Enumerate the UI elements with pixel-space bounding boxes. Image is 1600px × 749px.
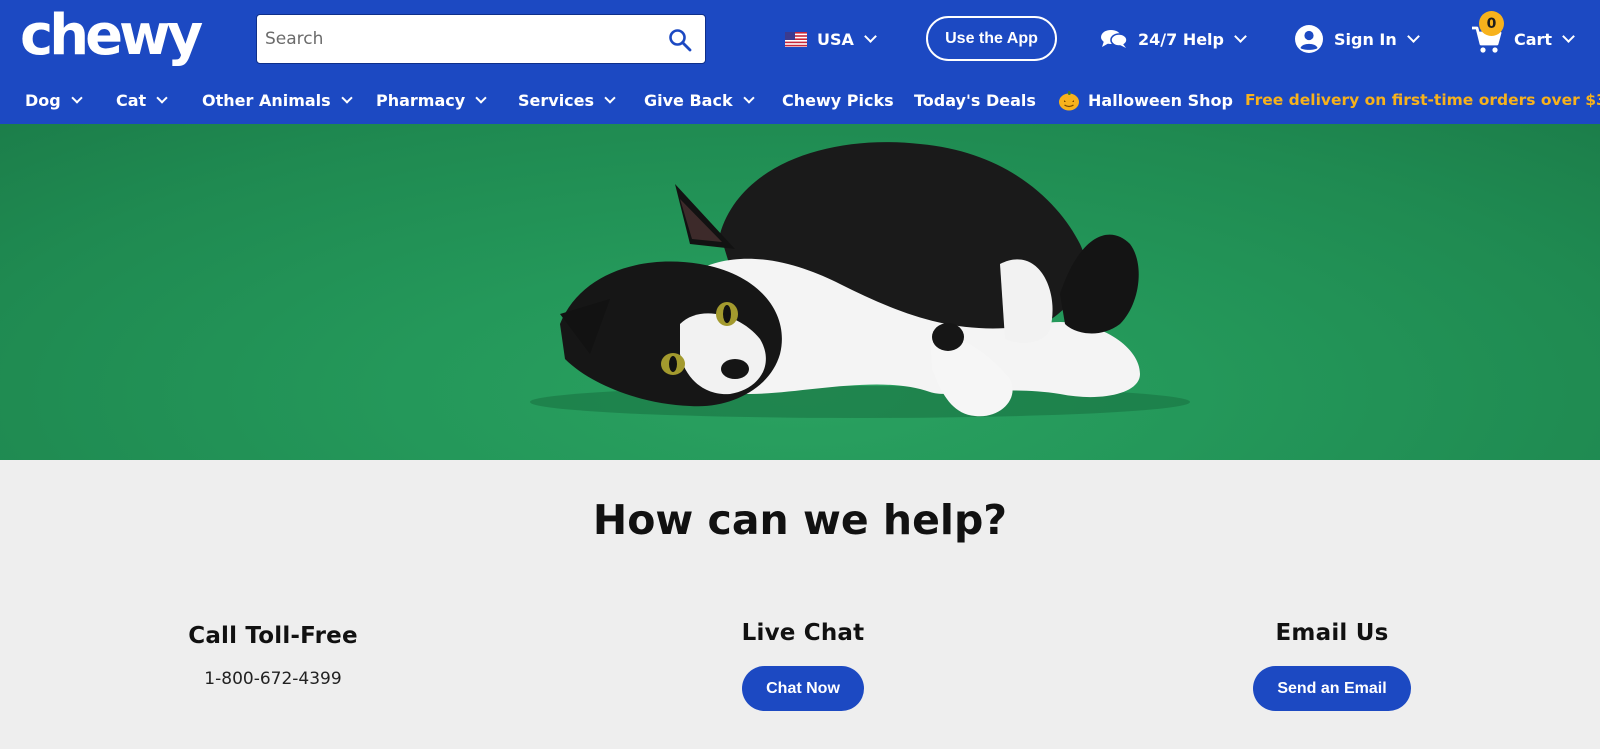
- nav-item-dog[interactable]: Dog: [25, 88, 83, 112]
- pumpkin-icon: [1059, 91, 1079, 111]
- chevron-down-icon: [742, 92, 755, 104]
- hero-banner: [0, 124, 1600, 460]
- cart-count-badge: 0: [1479, 11, 1504, 36]
- email-section: Email Us Send an Email: [1152, 620, 1512, 711]
- nav-item-services[interactable]: Services: [518, 88, 616, 112]
- nav-label: Dog: [25, 90, 61, 110]
- nav-item-chewy-picks[interactable]: Chewy Picks: [782, 88, 894, 112]
- email-title: Email Us: [1275, 620, 1389, 646]
- chat-title: Live Chat: [741, 620, 865, 646]
- chevron-down-icon: [475, 92, 487, 104]
- nav-label: Services: [518, 90, 595, 110]
- chevron-down-icon: [604, 92, 616, 104]
- user-icon: [1295, 25, 1323, 53]
- nav-label: Today's Deals: [914, 90, 1036, 110]
- top-header: chewy USA Use the App 24/7 Help: [0, 0, 1600, 76]
- chevron-down-icon: [1406, 30, 1420, 43]
- chevron-down-icon: [1562, 30, 1575, 43]
- cat-image: [530, 142, 1190, 418]
- chevron-down-icon: [341, 92, 353, 104]
- search-box[interactable]: [256, 14, 706, 64]
- chat-now-button[interactable]: Chat Now: [742, 666, 864, 711]
- country-selector[interactable]: USA: [785, 16, 877, 62]
- logo-text: chewy: [20, 3, 203, 68]
- country-label: USA: [817, 29, 854, 49]
- nav-label: Give Back: [644, 90, 733, 110]
- chevron-down-icon: [156, 92, 168, 104]
- chat-bubbles-icon: [1101, 30, 1128, 48]
- nav-label: Pharmacy: [376, 90, 466, 110]
- nav-item-pharmacy[interactable]: Pharmacy: [376, 88, 487, 112]
- call-title: Call Toll-Free: [188, 623, 358, 649]
- cart-label: Cart: [1514, 29, 1553, 49]
- use-app-button[interactable]: Use the App: [926, 16, 1057, 61]
- chat-section: Live Chat Chat Now: [623, 620, 983, 711]
- sign-in-label: Sign In: [1334, 29, 1397, 49]
- nav-label: Cat: [116, 90, 147, 110]
- help-label: 24/7 Help: [1138, 29, 1224, 49]
- call-section: Call Toll-Free 1-800-672-4399: [93, 623, 453, 689]
- help-heading: How can we help?: [592, 496, 1008, 544]
- nav-item-todays-deals[interactable]: Today's Deals: [914, 88, 1036, 112]
- nav-label: Halloween Shop: [1088, 90, 1233, 110]
- phone-number[interactable]: 1-800-672-4399: [93, 669, 453, 689]
- sign-in-menu[interactable]: Sign In: [1294, 16, 1420, 62]
- search-icon[interactable]: [667, 27, 693, 53]
- chewy-logo[interactable]: chewy: [20, 3, 203, 68]
- nav-item-other-animals[interactable]: Other Animals: [202, 88, 353, 112]
- send-email-button[interactable]: Send an Email: [1253, 666, 1411, 711]
- chevron-down-icon: [71, 92, 83, 104]
- us-flag-icon: [785, 31, 807, 47]
- nav-item-halloween-shop[interactable]: Halloween Shop: [1058, 88, 1233, 112]
- nav-item-cat[interactable]: Cat: [116, 88, 168, 112]
- chevron-down-icon: [864, 30, 877, 43]
- nav-label: Other Animals: [202, 90, 331, 110]
- help-menu[interactable]: 24/7 Help: [1100, 16, 1247, 62]
- chevron-down-icon: [1234, 30, 1247, 43]
- nav-item-give-back[interactable]: Give Back: [644, 88, 755, 112]
- category-nav: Dog Cat Other Animals Pharmacy Services …: [0, 76, 1600, 124]
- nav-label: Chewy Picks: [782, 90, 894, 110]
- free-delivery-promo[interactable]: Free delivery on first-time orders over …: [1245, 88, 1600, 112]
- search-input[interactable]: [265, 15, 655, 63]
